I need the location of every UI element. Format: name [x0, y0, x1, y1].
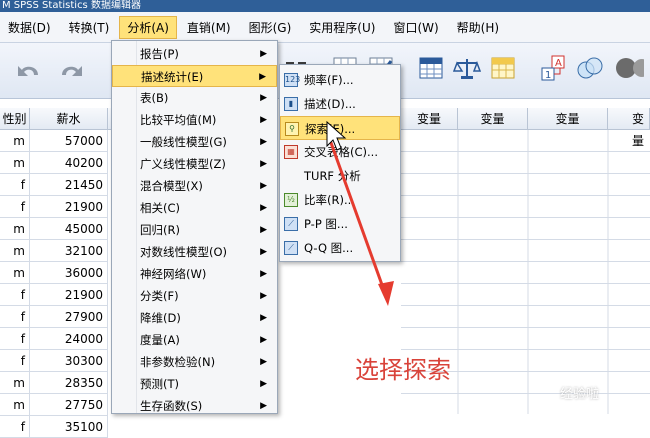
cell-salary[interactable]: 35100: [30, 416, 108, 438]
annotation-text: 选择探索: [355, 356, 451, 384]
watermark: 经验啦: [560, 387, 600, 402]
annotation-arrow: [326, 120, 394, 306]
cell-gender[interactable]: f: [0, 416, 30, 438]
